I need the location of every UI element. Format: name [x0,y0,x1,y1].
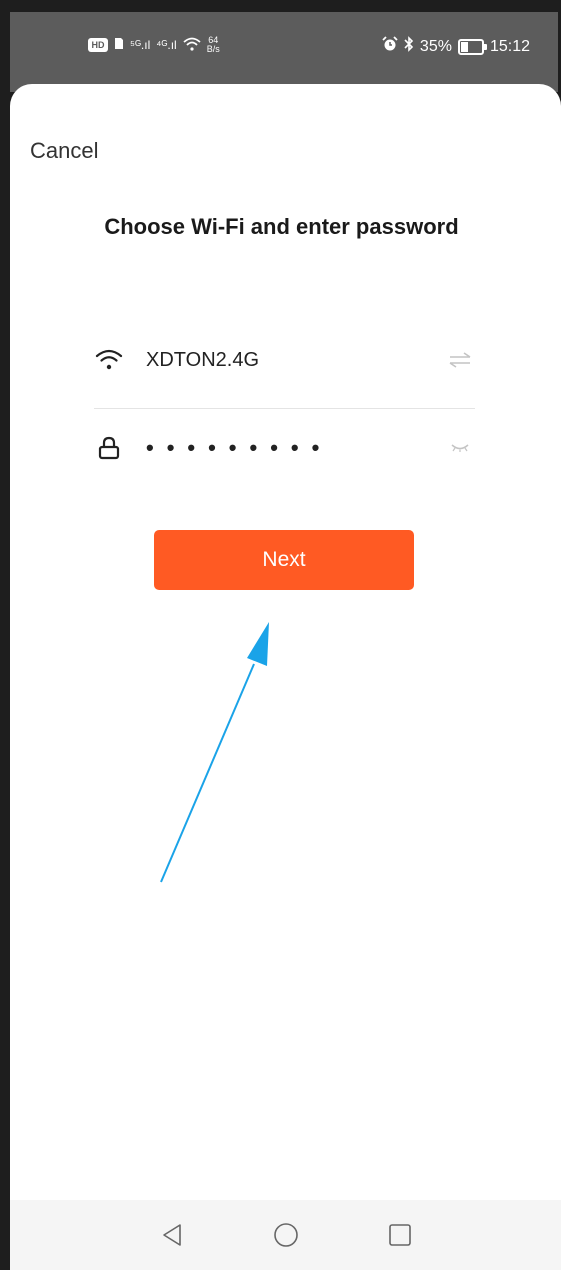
system-nav-bar [10,1200,561,1270]
back-triangle-icon[interactable] [156,1219,188,1251]
signal-strength-2: ⁴ᴳ.ıl [156,38,177,52]
sim-icon [114,37,124,53]
battery-icon [457,38,487,55]
bluetooth-icon [404,36,414,57]
hd-badge: HD [88,38,108,52]
status-left: HD ⁵ᴳ.ıl ⁴ᴳ.ıl 64 B/s [88,36,220,54]
network-speed: 64 B/s [207,36,220,54]
status-right: 35% 15:12 [382,36,530,57]
alarm-icon [382,36,398,57]
phone-frame: HD ⁵ᴳ.ıl ⁴ᴳ.ıl 64 B/s 35% 15:12 Cancel C… [0,0,561,1270]
signal-strength-1: ⁵ᴳ.ıl [130,38,151,52]
recents-square-icon[interactable] [384,1219,416,1251]
home-circle-icon[interactable] [270,1219,302,1251]
annotation-arrow [160,622,269,883]
wifi-status-icon [183,37,201,54]
battery-percent: 35% [419,37,452,55]
clock: 15:12 [489,37,530,55]
status-bar: HD ⁵ᴳ.ıl ⁴ᴳ.ıl 64 B/s 35% 15:12 [10,12,558,92]
wifi-setup-sheet: Cancel Choose Wi-Fi and enter password X… [10,84,561,1270]
network-speed-unit: B/s [206,44,220,54]
